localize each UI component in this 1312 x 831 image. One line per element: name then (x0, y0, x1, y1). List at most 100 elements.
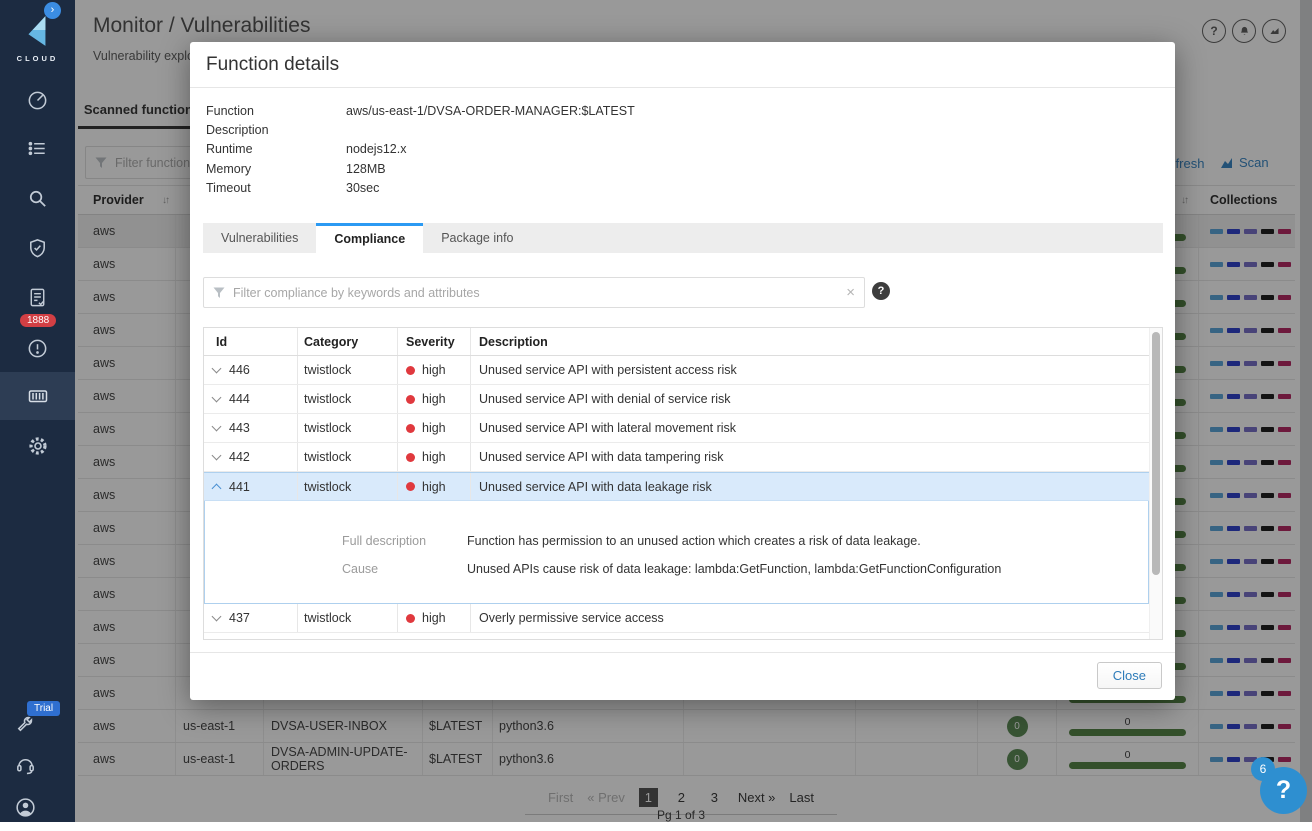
sidebar-item-search[interactable] (0, 174, 75, 222)
search-icon (29, 190, 46, 207)
function-details-modal: Function details Function aws/us-east-1/D… (190, 42, 1175, 700)
severity-cell: high (398, 385, 471, 413)
chevron-down-icon[interactable] (211, 363, 222, 374)
severity-dot-icon (406, 365, 415, 375)
detail-line: Cause Unused APIs cause risk of data leak… (205, 555, 1148, 583)
severity-cell: high (398, 473, 471, 500)
dashboard-icon (28, 91, 47, 109)
severity-dot-icon (406, 423, 415, 433)
headset-icon (16, 758, 34, 774)
document-check-icon (30, 288, 45, 306)
chevron-down-icon[interactable] (211, 611, 222, 622)
detail-value: nodejs12.x (346, 142, 407, 157)
sidebar-item-monitor[interactable] (0, 224, 75, 272)
compliance-table-body: 446 twistlock high Unused service API with … (204, 356, 1149, 633)
severity-label: high (422, 611, 446, 625)
tab-compliance[interactable]: Compliance (316, 223, 424, 253)
filter-funnel-icon (213, 287, 225, 298)
detail-label: Timeout (206, 180, 251, 195)
compliance-filter-input[interactable] (233, 285, 839, 300)
compliance-row[interactable]: 444 twistlock high Unused service API with … (204, 385, 1149, 414)
id-cell: 437 (204, 604, 298, 632)
filter-help-icon[interactable]: ? (872, 282, 890, 300)
clear-filter-icon[interactable]: × (846, 284, 855, 301)
trial-badge: Trial (27, 701, 61, 716)
description-cell: Unused service API with data leakage ris… (479, 479, 712, 494)
sidebar-item-alerts[interactable] (0, 324, 75, 372)
compliance-row[interactable]: 437 twistlock high Overly permissive servic… (204, 604, 1149, 633)
compliance-id: 446 (229, 363, 250, 377)
detail-line-value: Unused APIs cause risk of data leakage: … (467, 562, 1002, 576)
tab-package-info[interactable]: Package info (423, 223, 531, 253)
severity-dot-icon (406, 452, 415, 462)
user-icon (15, 797, 35, 817)
compliance-row[interactable]: 446 twistlock high Unused service API with … (204, 356, 1149, 385)
col-severity[interactable]: Severity (398, 328, 471, 355)
col-description[interactable]: Description (471, 328, 1149, 355)
compliance-row[interactable]: 442 twistlock high Unused service API with … (204, 443, 1149, 472)
sidebar-item-containers[interactable] (0, 372, 75, 420)
detail-label: Memory (206, 161, 252, 176)
detail-line-label: Full description (342, 534, 427, 548)
detail-value: 30sec (346, 180, 380, 195)
id-cell: 443 (204, 414, 298, 442)
modal-title: Function details (206, 54, 340, 75)
sidebar-item-profile[interactable] (0, 783, 50, 831)
id-cell: 441 (204, 473, 298, 500)
compliance-table: Id Category Severity Description 446 twis… (203, 327, 1163, 640)
detail-value: 128MB (346, 161, 386, 176)
detail-label: Function (206, 104, 254, 118)
sidebar-item-support[interactable] (0, 741, 50, 789)
modal-footer-divider (190, 652, 1175, 653)
row-details-panel: Full description Function has permission … (204, 501, 1149, 604)
function-details-list: Function aws/us-east-1/DVSA-ORDER-MANAGER… (206, 102, 635, 198)
tab-vulnerabilities[interactable]: Vulnerabilities (203, 223, 316, 253)
severity-dot-icon (406, 482, 415, 491)
description-cell: Overly permissive service access (479, 611, 664, 625)
col-category[interactable]: Category (298, 328, 398, 355)
compliance-row[interactable]: 441 twistlock high Unused service API with … (204, 472, 1149, 501)
severity-dot-icon (406, 613, 415, 623)
sidebar-item-dashboard[interactable] (0, 76, 75, 124)
chevron-down-icon[interactable] (211, 392, 222, 403)
close-button[interactable]: Close (1096, 662, 1162, 689)
category-cell: twistlock (298, 414, 398, 442)
compliance-filter[interactable]: × (203, 277, 865, 308)
severity-cell: high (398, 356, 471, 384)
id-cell: 446 (204, 356, 298, 384)
severity-dot-icon (406, 394, 415, 404)
id-cell: 442 (204, 443, 298, 471)
list-icon (28, 141, 45, 155)
id-cell: 444 (204, 385, 298, 413)
compliance-id: 444 (229, 392, 250, 406)
severity-label: high (422, 479, 446, 494)
container-icon (28, 390, 47, 403)
app-logo: CLOUD (0, 14, 75, 63)
chevron-up-icon[interactable] (211, 483, 222, 493)
compliance-table-inner: Id Category Severity Description 446 twis… (204, 328, 1149, 639)
severity-label: high (422, 392, 446, 406)
help-fab-button[interactable]: ? (1260, 767, 1307, 814)
compliance-id: 441 (229, 479, 250, 494)
sidebar-item-defend[interactable] (0, 124, 75, 172)
compliance-scrollbar[interactable] (1149, 328, 1162, 639)
wrench-icon (17, 716, 33, 732)
col-id[interactable]: Id (204, 328, 298, 355)
chevron-down-icon[interactable] (211, 421, 222, 432)
sidebar-item-settings[interactable] (0, 422, 75, 470)
severity-label: high (422, 421, 446, 435)
category-cell: twistlock (298, 443, 398, 471)
prisma-cloud-logo-icon (27, 16, 45, 46)
description-cell: Unused service API with persistent acces… (479, 363, 737, 377)
compliance-table-header: Id Category Severity Description (204, 328, 1149, 356)
logo-text: CLOUD (16, 54, 59, 63)
severity-cell: high (398, 443, 471, 471)
chevron-down-icon[interactable] (211, 450, 222, 461)
compliance-row[interactable]: 443 twistlock high Unused service API with … (204, 414, 1149, 443)
detail-value: aws/us-east-1/DVSA-ORDER-MANAGER:$LATEST (346, 104, 635, 118)
scrollbar-thumb[interactable] (1151, 332, 1160, 575)
sidebar-expand-icon[interactable]: › (44, 2, 61, 19)
severity-label: high (422, 450, 446, 464)
description-cell: Unused service API with data tampering r… (479, 450, 724, 464)
alert-circle-icon (28, 339, 47, 357)
